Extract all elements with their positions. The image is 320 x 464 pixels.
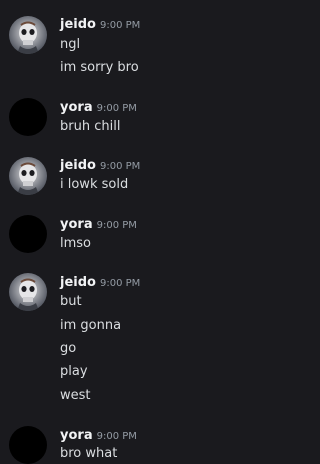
message-text: im sorry bro (60, 60, 139, 75)
timestamp[interactable]: 9:00 PM (97, 431, 137, 442)
chat-message-list: jeido 9:00 PM ngl im sorry bro yora 9:00 P… (0, 0, 297, 464)
message-header: jeido 9:00 PM (60, 15, 140, 34)
timestamp[interactable]: 9:00 PM (100, 278, 140, 289)
message-text: bro what (60, 446, 118, 461)
message-header: yora 9:00 PM (60, 98, 137, 117)
message-text: ngl (60, 37, 81, 52)
message-text: west (60, 388, 91, 403)
message-header: jeido 9:00 PM (60, 273, 140, 292)
message-text: play (60, 364, 88, 379)
timestamp[interactable]: 9:00 PM (100, 20, 140, 31)
message-header: yora 9:00 PM (60, 426, 137, 445)
message-text: bruh chill (60, 119, 121, 134)
timestamp[interactable]: 9:00 PM (97, 103, 137, 114)
message-text: go (60, 341, 77, 356)
timestamp[interactable]: 9:00 PM (97, 220, 137, 231)
skull-avatar-icon[interactable] (9, 157, 47, 195)
message-text: im gonna (60, 318, 122, 333)
message-text: lmso (60, 236, 92, 251)
message-header: yora 9:00 PM (60, 215, 137, 234)
username[interactable]: jeido (60, 275, 96, 290)
username[interactable]: jeido (60, 158, 96, 173)
black-avatar-icon[interactable] (9, 426, 47, 464)
username[interactable]: yora (60, 100, 93, 115)
black-avatar-icon[interactable] (9, 98, 47, 136)
timestamp[interactable]: 9:00 PM (100, 161, 140, 172)
message-text: but (60, 294, 82, 309)
username[interactable]: yora (60, 217, 93, 232)
message-header: jeido 9:00 PM (60, 156, 140, 175)
skull-avatar-icon[interactable] (9, 16, 47, 54)
black-avatar-icon[interactable] (9, 215, 47, 253)
skull-avatar-icon[interactable] (9, 273, 47, 311)
username[interactable]: jeido (60, 17, 96, 32)
username[interactable]: yora (60, 428, 93, 443)
message-text: i lowk sold (60, 177, 129, 192)
